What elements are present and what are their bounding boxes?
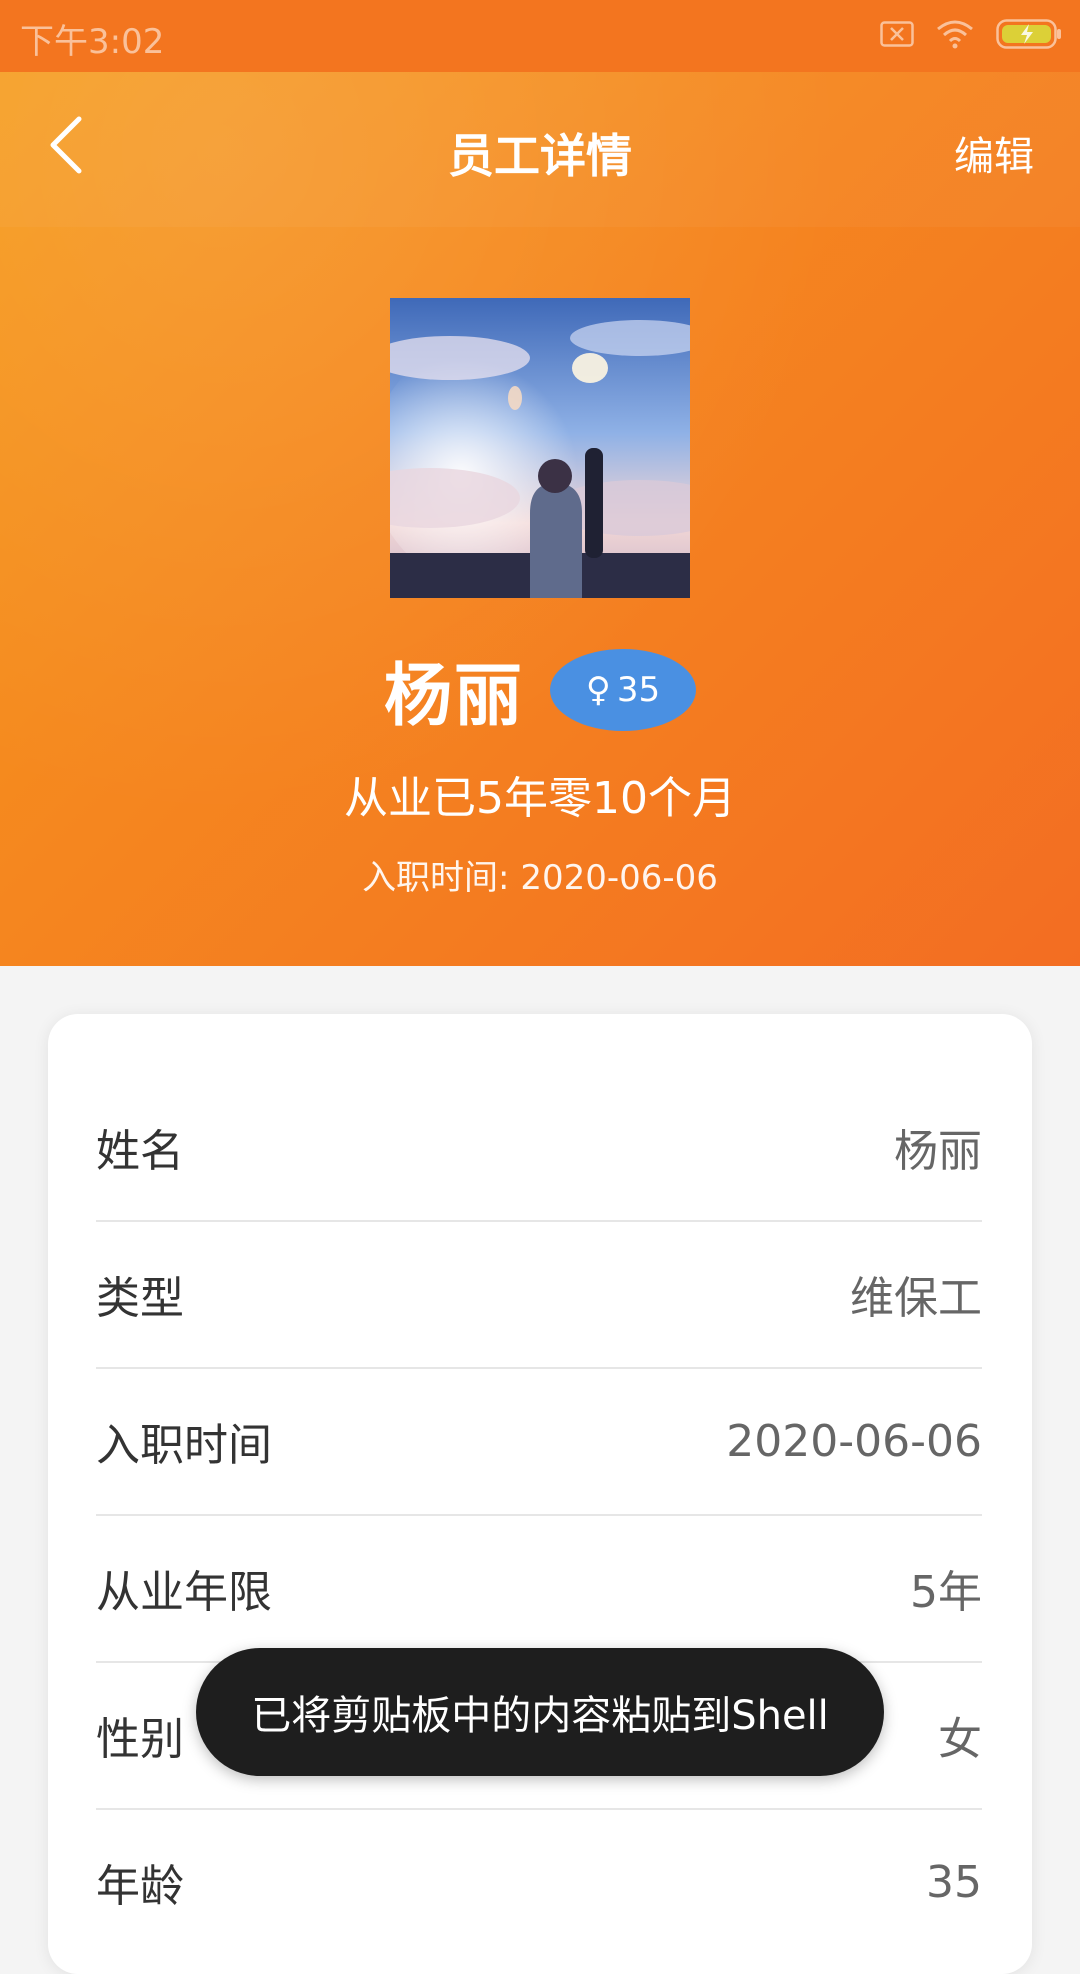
detail-label: 从业年限	[96, 1567, 272, 1618]
status-icons	[880, 18, 1062, 54]
detail-value: 2020-06-06	[726, 1415, 982, 1467]
detail-row-name: 姓名 杨丽	[96, 1074, 982, 1222]
detail-label: 类型	[96, 1273, 184, 1324]
tenure-text: 从业已5年零10个月	[344, 773, 736, 824]
female-icon: ♀	[585, 669, 611, 710]
toast-message: 已将剪贴板中的内容粘贴到Shell	[196, 1648, 884, 1776]
detail-row-age: 年龄 35	[96, 1809, 982, 1955]
sim-error-icon	[880, 21, 914, 51]
battery-charging-icon	[996, 19, 1062, 53]
nav-bar: 员工详情 编辑	[0, 72, 1080, 227]
profile-header: 下午3:02 员工详情 编辑 杨丽 ♀ 35 从业已5年零10个月 入职时间: …	[0, 0, 1080, 966]
detail-value: 女	[938, 1714, 982, 1765]
gender-age-badge: ♀ 35	[550, 648, 696, 731]
details-card: 姓名 杨丽 类型 维保工 入职时间 2020-06-06 从业年限 5年 性别 …	[48, 1014, 1032, 1974]
detail-value: 维保工	[850, 1273, 982, 1324]
detail-value: 5年	[910, 1567, 982, 1618]
detail-row-join-date: 入职时间 2020-06-06	[96, 1368, 982, 1516]
avatar[interactable]	[390, 298, 690, 598]
detail-label: 性别	[96, 1714, 184, 1765]
detail-label: 年龄	[96, 1861, 184, 1912]
name-row: 杨丽 ♀ 35	[0, 640, 1080, 739]
age-badge-value: 35	[616, 669, 661, 710]
detail-value: 杨丽	[894, 1126, 982, 1177]
detail-row-years: 从业年限 5年	[96, 1515, 982, 1663]
detail-value: 35	[926, 1856, 982, 1908]
employee-name: 杨丽	[383, 657, 524, 736]
status-time: 下午3:02	[20, 22, 165, 62]
detail-label: 入职时间	[96, 1420, 272, 1471]
detail-label: 姓名	[96, 1126, 184, 1177]
page-title: 员工详情	[448, 129, 632, 183]
edit-button[interactable]: 编辑	[954, 124, 1034, 182]
status-bar: 下午3:02	[0, 0, 1080, 72]
join-date-text: 入职时间: 2020-06-06	[362, 858, 718, 898]
wifi-icon	[936, 19, 974, 53]
detail-row-type: 类型 维保工	[96, 1221, 982, 1369]
